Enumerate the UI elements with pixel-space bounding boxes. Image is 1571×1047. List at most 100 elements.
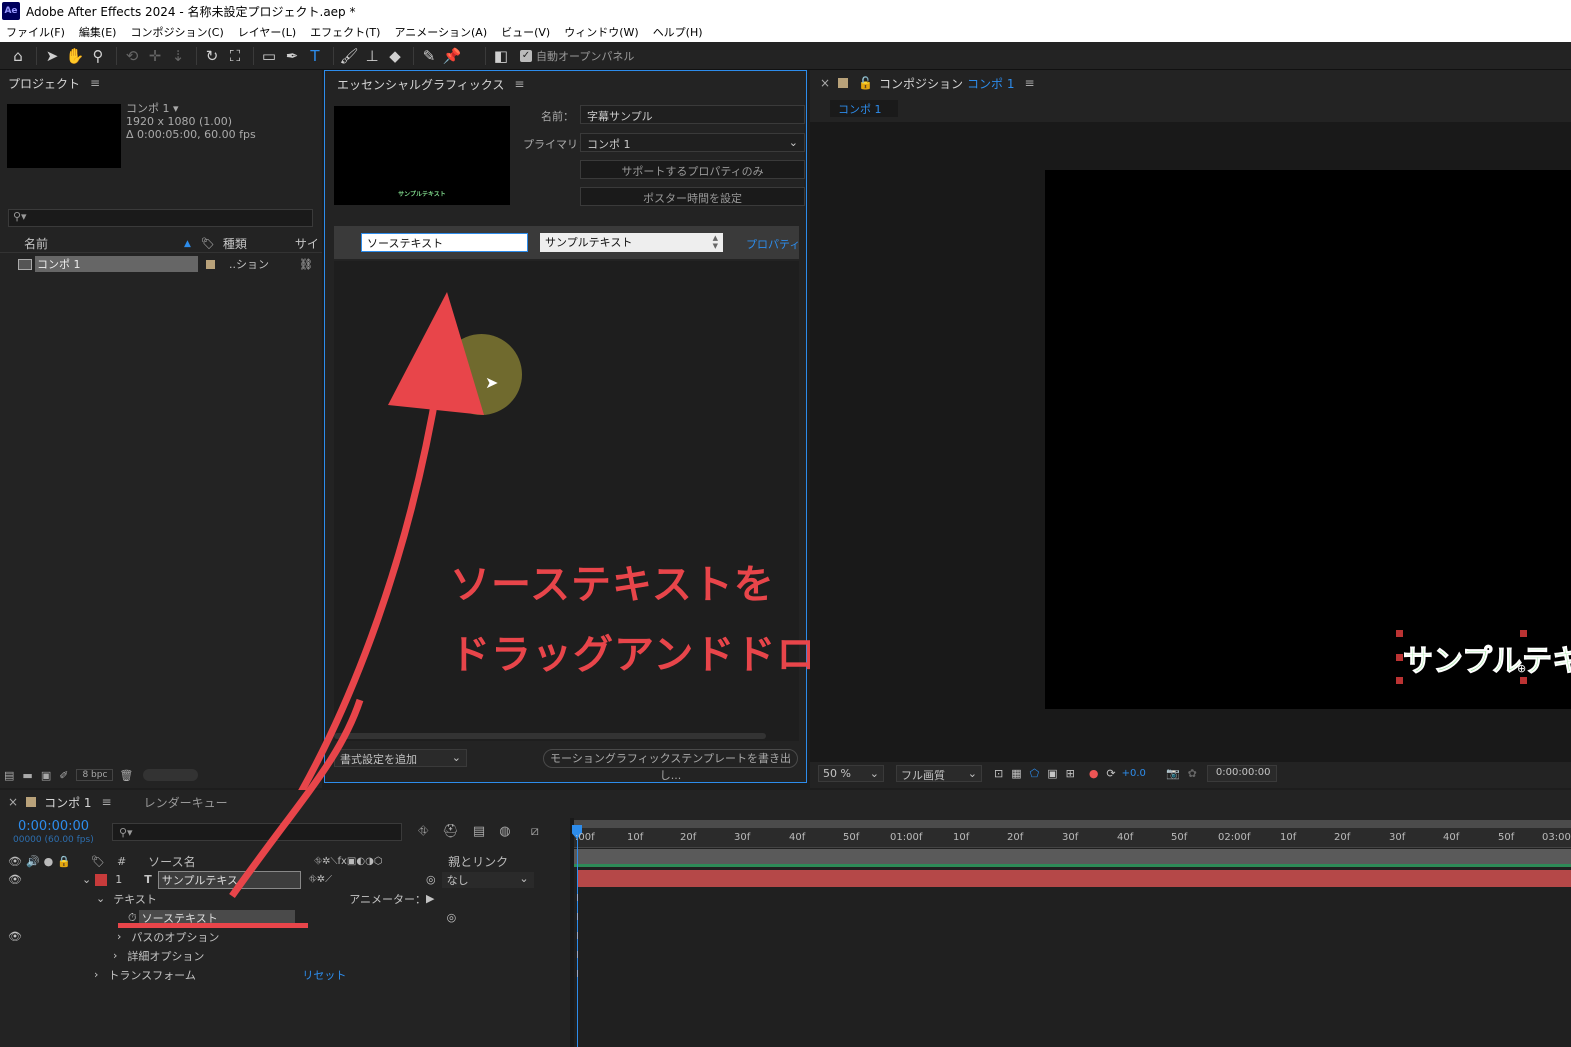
motion-blur-icon[interactable]: ◍ — [499, 824, 510, 839]
expand-chevron-icon[interactable]: › — [94, 968, 98, 981]
expand-chevron-icon[interactable]: ⌄ — [96, 892, 105, 905]
essential-graphics-title[interactable]: エッセンシャルグラフィックス — [337, 76, 504, 93]
project-search-input[interactable]: ⚲▾ — [8, 209, 313, 227]
camera-icon[interactable]: 📷 — [1166, 767, 1180, 780]
region-icon[interactable]: ⊡ — [994, 767, 1003, 780]
transform-row[interactable]: › トランスフォーム リセット — [0, 965, 570, 984]
flowchart-icon[interactable]: ⛓ — [299, 258, 313, 271]
home-icon[interactable]: ⌂ — [8, 46, 28, 66]
comp-canvas[interactable]: サンプルテキ ⊕ — [1045, 170, 1571, 709]
reset-exposure-icon[interactable]: ⟳ — [1106, 767, 1115, 780]
col-type[interactable]: 種類 — [223, 235, 295, 252]
menu-file[interactable]: ファイル(F) — [6, 24, 65, 40]
expand-chevron-icon[interactable]: › — [113, 949, 117, 962]
settings-icon[interactable]: ✐ — [59, 769, 68, 782]
comp-subtab[interactable]: コンポ 1 — [830, 100, 898, 117]
new-folder-icon[interactable]: ▬ — [22, 769, 32, 782]
close-icon[interactable]: × — [8, 795, 18, 809]
source-text-label[interactable]: ソーステキスト — [138, 909, 295, 926]
expand-chevron-icon[interactable]: ⌄ — [82, 873, 91, 886]
channel-icon[interactable]: ● — [1089, 767, 1099, 780]
label-tag-icon[interactable]: 🏷 — [91, 855, 105, 868]
layer-label-swatch[interactable] — [95, 873, 108, 886]
trash-icon[interactable]: 🗑 — [119, 769, 133, 782]
expand-chevron-icon[interactable]: › — [117, 930, 121, 943]
transform-label[interactable]: トランスフォーム — [108, 967, 302, 983]
col-source-name[interactable]: ソース名 — [148, 853, 314, 870]
menu-effect[interactable]: エフェクト(T) — [310, 24, 380, 40]
text-group-label[interactable]: テキスト — [113, 891, 349, 907]
lock-icon[interactable]: 🔒 — [57, 855, 71, 868]
text-group-row[interactable]: ⌄ テキスト アニメーター： ▶ — [0, 889, 570, 908]
hand-tool-icon[interactable]: ✋ — [65, 46, 85, 66]
menu-edit[interactable]: 編集(E) — [79, 24, 117, 40]
more-options-row[interactable]: › 詳細オプション — [0, 946, 570, 965]
canvas-text[interactable]: サンプルテキ — [1402, 636, 1571, 680]
poster-time-button[interactable]: ポスター時間を設定 — [580, 187, 805, 206]
pickwhip-icon[interactable]: ◎ — [426, 873, 436, 886]
pan-camera-icon[interactable]: ✛ — [145, 46, 165, 66]
add-format-dropdown[interactable]: 書式設定を追加 ⌄ — [334, 749, 467, 767]
col-name[interactable]: 名前 — [24, 235, 184, 252]
orbit-camera-icon[interactable]: ⟲ — [122, 46, 142, 66]
layer-row[interactable]: 👁 ⌄ 1 T サンプルテキス ⛗✲⟋ ◎ なし ⌄ — [0, 870, 570, 889]
reset-link[interactable]: リセット — [302, 967, 346, 983]
menu-composition[interactable]: コンポジション(C) — [130, 24, 223, 40]
shy-icon[interactable]: ⛑ — [442, 824, 459, 839]
zoom-select[interactable]: 50 % ⌄ — [818, 764, 884, 782]
zoom-tool-icon[interactable]: ⚲ — [88, 46, 108, 66]
lock-icon[interactable]: 🔓 — [858, 76, 873, 90]
composition-tab-label[interactable]: コンポジション — [879, 75, 963, 92]
graph-editor-icon[interactable]: ⧄ — [531, 824, 539, 839]
source-text-row[interactable]: ⏱ ソーステキスト ◎ — [0, 908, 570, 927]
pickwhip-icon[interactable]: ◎ — [447, 911, 457, 924]
frame-blend-icon[interactable]: ▤ — [473, 824, 485, 839]
menu-icon[interactable]: ≡ — [90, 76, 100, 90]
item-name[interactable]: コンポ 1 — [35, 256, 198, 272]
label-color-swatch[interactable] — [206, 259, 215, 269]
puppet-pin-icon[interactable]: 📌 — [442, 46, 462, 66]
roto-brush-icon[interactable]: ✎ — [419, 46, 439, 66]
thumbnail-slider[interactable] — [143, 769, 199, 781]
bpc-label[interactable]: 8 bpc — [76, 769, 114, 781]
grid-icon[interactable]: ⊞ — [1066, 767, 1075, 780]
quality-select[interactable]: フル画質 ⌄ — [896, 764, 982, 782]
stopwatch-icon[interactable]: ⏱ — [128, 911, 137, 925]
exposure-value[interactable]: +0.0 — [1122, 768, 1146, 779]
col-parent-link[interactable]: 親とリンク — [448, 853, 508, 870]
layer-bar[interactable] — [578, 870, 1571, 887]
audio-icon[interactable]: 🔊 — [26, 855, 40, 868]
comp-timecode[interactable]: 0:00:00:00 — [1206, 764, 1277, 782]
bbox-handle[interactable] — [1520, 677, 1527, 684]
visibility-icon[interactable]: 👁 — [8, 930, 22, 943]
timeline-search-input[interactable]: ⚲▾ — [112, 823, 402, 841]
parent-select[interactable]: なし ⌄ — [441, 871, 534, 888]
selection-tool-icon[interactable]: ➤ — [42, 46, 62, 66]
menu-view[interactable]: ビュー(V) — [501, 24, 550, 40]
menu-icon[interactable]: ≡ — [102, 795, 112, 809]
bbox-handle[interactable] — [1520, 630, 1527, 637]
supported-props-button[interactable]: サポートするプロパティのみ — [580, 160, 805, 179]
layer-switches[interactable]: ⛗✲⟋ — [309, 874, 332, 885]
export-mogrt-button[interactable]: モーショングラフィックステンプレートを書き出し... — [543, 749, 798, 782]
path-options-label[interactable]: パスのオプション — [131, 929, 219, 945]
type-tool-icon[interactable]: T — [305, 46, 325, 66]
eraser-tool-icon[interactable]: ◆ — [385, 46, 405, 66]
timeline-timecode[interactable]: 0:00:00:00 — [18, 819, 89, 834]
play-circle-icon[interactable]: ▶ — [426, 892, 434, 905]
property-link[interactable]: プロパティを — [746, 236, 799, 252]
property-value-input[interactable]: サンプルテキスト ▲ ▼ — [540, 233, 723, 252]
menu-window[interactable]: ウィンドウ(W) — [564, 24, 638, 40]
menu-animation[interactable]: アニメーション(A) — [394, 24, 487, 40]
bbox-handle[interactable] — [1396, 630, 1403, 637]
project-item-row[interactable]: コンポ 1 ..ション ⛓ — [0, 255, 322, 273]
solo-icon[interactable]: ● — [44, 855, 54, 868]
bbox-handle[interactable] — [1396, 677, 1403, 684]
property-name-input[interactable]: ソーステキスト — [361, 233, 528, 252]
auto-open-panel-icon[interactable]: ◧ — [491, 46, 511, 66]
transparency-grid-icon[interactable]: ▦ — [1011, 767, 1021, 780]
rectangle-tool-icon[interactable]: ▭ — [259, 46, 279, 66]
spin-arrows-icon[interactable]: ▲ ▼ — [713, 234, 718, 251]
label-tag-icon[interactable]: 🏷 — [201, 237, 215, 250]
menu-icon[interactable]: ≡ — [1024, 76, 1034, 90]
